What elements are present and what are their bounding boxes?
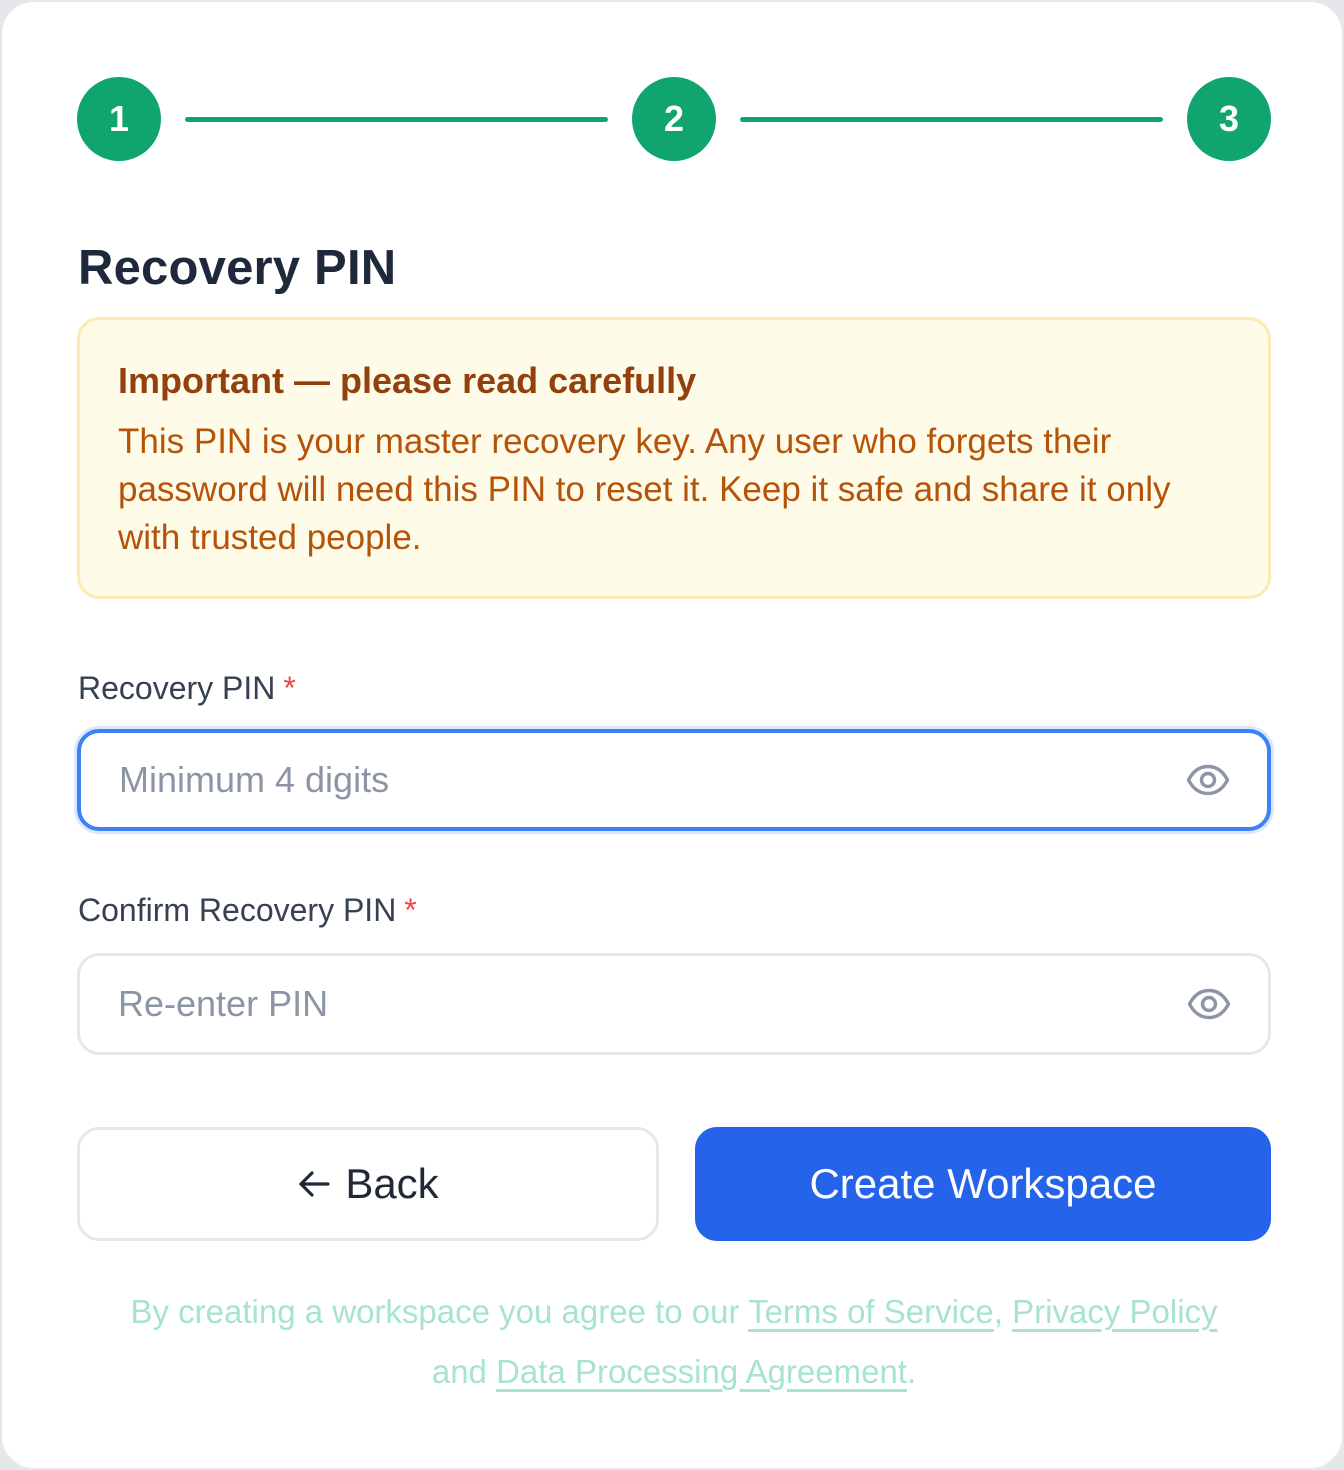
create-workspace-label: Create Workspace [809, 1160, 1157, 1207]
terms-link[interactable]: Terms of Service [748, 1293, 994, 1330]
page-title: Recovery PIN [78, 241, 397, 295]
recovery-pin-label-text: Recovery PIN [78, 670, 276, 706]
confirm-pin-label-text: Confirm Recovery PIN [78, 892, 397, 928]
required-mark: * [283, 670, 296, 706]
required-mark: * [404, 892, 417, 928]
eye-icon[interactable] [1186, 987, 1232, 1021]
step-connector-2 [740, 117, 1163, 122]
warning-alert: Important — please read carefully This P… [77, 317, 1271, 599]
legal-prefix: By creating a workspace you agree to our [130, 1293, 740, 1330]
back-button-label: Back [345, 1160, 439, 1207]
step-connector-1 [185, 117, 608, 122]
confirm-pin-input[interactable] [118, 956, 1168, 1052]
back-button[interactable]: Back [77, 1127, 659, 1241]
legal-and: and [431, 1353, 487, 1390]
arrow-left-icon [297, 1169, 331, 1199]
step-3-badge: 3 [1187, 77, 1271, 161]
step-2-badge: 2 [632, 77, 716, 161]
stepper: 1 2 3 [77, 77, 1271, 161]
recovery-pin-input[interactable] [119, 733, 1169, 827]
privacy-link[interactable]: Privacy Policy [1012, 1293, 1217, 1330]
eye-icon[interactable] [1185, 763, 1231, 797]
dpa-link[interactable]: Data Processing Agreement [496, 1353, 907, 1390]
legal-comma: , [993, 1293, 1003, 1330]
setup-card: 1 2 3 Recovery PIN Important — please re… [0, 0, 1344, 1470]
step-1-badge: 1 [77, 77, 161, 161]
legal-notice: By creating a workspace you agree to our… [77, 1282, 1271, 1402]
create-workspace-button[interactable]: Create Workspace [695, 1127, 1271, 1241]
alert-body: This PIN is your master recovery key. An… [118, 422, 1171, 557]
legal-period: . [906, 1353, 917, 1390]
confirm-pin-label: Confirm Recovery PIN * [78, 892, 417, 929]
recovery-pin-label: Recovery PIN * [78, 670, 296, 707]
confirm-pin-field [77, 953, 1271, 1055]
recovery-pin-field [77, 729, 1271, 831]
alert-title: Important — please read carefully [118, 360, 697, 401]
